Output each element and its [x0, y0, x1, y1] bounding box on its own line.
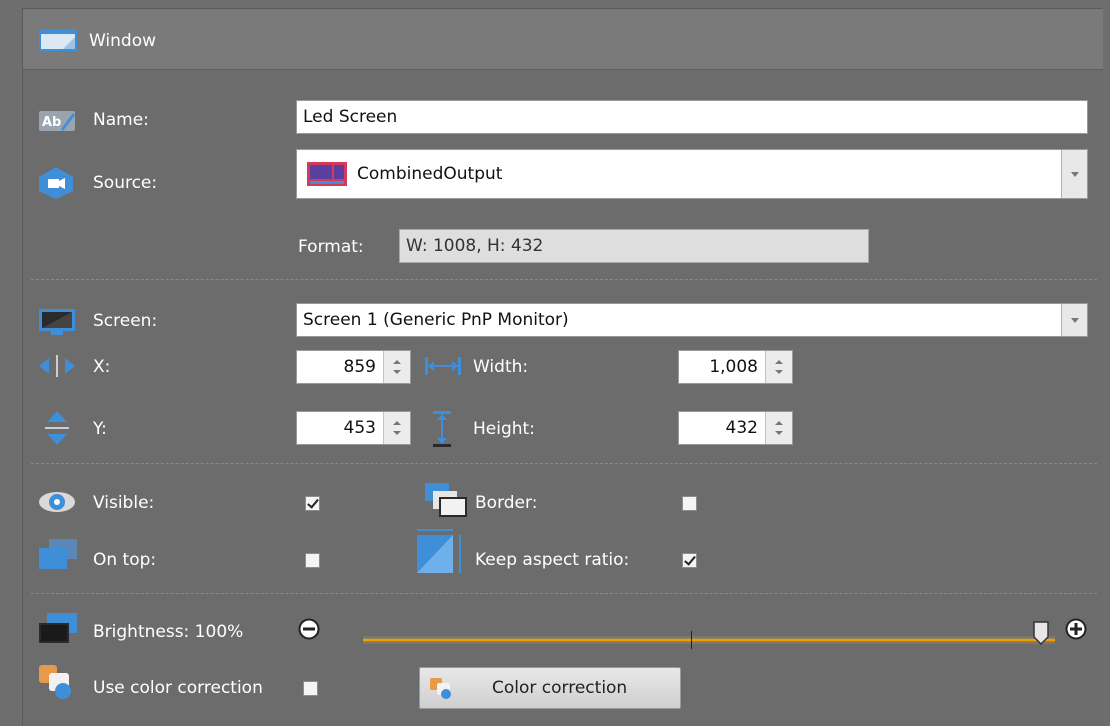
panel-header: Window [23, 9, 1103, 70]
y-position-icon [45, 411, 69, 445]
height-input[interactable]: 432 [678, 411, 793, 445]
screen-select[interactable]: Screen 1 (Generic PnP Monitor) [296, 303, 1088, 337]
name-label: Name: [93, 110, 149, 130]
y-label: Y: [93, 419, 107, 439]
border-checkbox[interactable] [682, 496, 697, 511]
brightness-slider-thumb[interactable] [1033, 621, 1049, 645]
format-field: W: 1008, H: 432 [399, 229, 869, 263]
width-value: 1,008 [709, 357, 758, 377]
height-label: Height: [473, 419, 535, 439]
source-camera-icon [39, 167, 73, 199]
x-spinner-buttons[interactable] [383, 351, 410, 383]
y-value: 453 [343, 418, 376, 438]
x-label: X: [93, 357, 111, 377]
use-color-correction-checkbox[interactable] [303, 681, 318, 696]
slider-center-tick [691, 631, 692, 649]
color-correction-icon [39, 665, 71, 699]
aspect-ratio-icon [417, 529, 461, 573]
screen-value: Screen 1 (Generic PnP Monitor) [303, 310, 569, 330]
border-icon [425, 483, 467, 517]
source-dropdown-arrow[interactable] [1061, 150, 1087, 198]
screen-label: Screen: [93, 311, 158, 331]
screen-dropdown-arrow[interactable] [1061, 304, 1087, 336]
color-correction-button-label: Color correction [492, 678, 628, 698]
visible-label: Visible: [93, 493, 155, 513]
x-position-icon [39, 355, 75, 377]
width-spinner-buttons[interactable] [765, 351, 792, 383]
border-label: Border: [475, 493, 538, 513]
separator [31, 463, 1097, 464]
separator [31, 279, 1097, 280]
use-color-correction-label: Use color correction [93, 678, 263, 698]
x-input[interactable]: 859 [296, 350, 411, 384]
minus-icon[interactable] [298, 618, 320, 640]
x-value: 859 [343, 357, 376, 377]
width-icon [425, 357, 461, 375]
y-input[interactable]: 453 [296, 411, 411, 445]
height-icon [433, 411, 451, 447]
svg-text:Ab: Ab [42, 115, 61, 130]
window-icon [39, 29, 77, 51]
source-label: Source: [93, 173, 158, 193]
combined-output-icon [307, 162, 347, 186]
width-label: Width: [473, 357, 529, 377]
keep-aspect-label: Keep aspect ratio: [475, 550, 630, 570]
keep-aspect-checkbox[interactable] [682, 553, 697, 568]
separator [31, 593, 1097, 594]
brightness-label: Brightness: 100% [93, 622, 244, 642]
window-panel: Window Ab Name: Led Screen Source: Combi… [22, 8, 1103, 726]
color-correction-button-icon [430, 678, 451, 699]
height-value: 432 [725, 418, 758, 438]
on-top-checkbox[interactable] [305, 553, 320, 568]
y-spinner-buttons[interactable] [383, 412, 410, 444]
panel-title: Window [89, 31, 157, 51]
format-label: Format: [298, 237, 364, 257]
on-top-icon [39, 539, 77, 569]
on-top-label: On top: [93, 550, 157, 570]
plus-icon[interactable] [1065, 618, 1087, 640]
monitor-icon [39, 309, 75, 335]
brightness-icon [39, 613, 77, 643]
name-input[interactable]: Led Screen [296, 100, 1088, 134]
source-select[interactable]: CombinedOutput [296, 149, 1088, 199]
name-icon: Ab [39, 111, 75, 131]
brightness-slider-track[interactable] [363, 639, 1055, 641]
source-value: CombinedOutput [357, 164, 503, 184]
color-correction-button[interactable]: Color correction [419, 667, 681, 709]
eye-icon [39, 492, 75, 512]
width-input[interactable]: 1,008 [678, 350, 793, 384]
visible-checkbox[interactable] [305, 496, 320, 511]
height-spinner-buttons[interactable] [765, 412, 792, 444]
